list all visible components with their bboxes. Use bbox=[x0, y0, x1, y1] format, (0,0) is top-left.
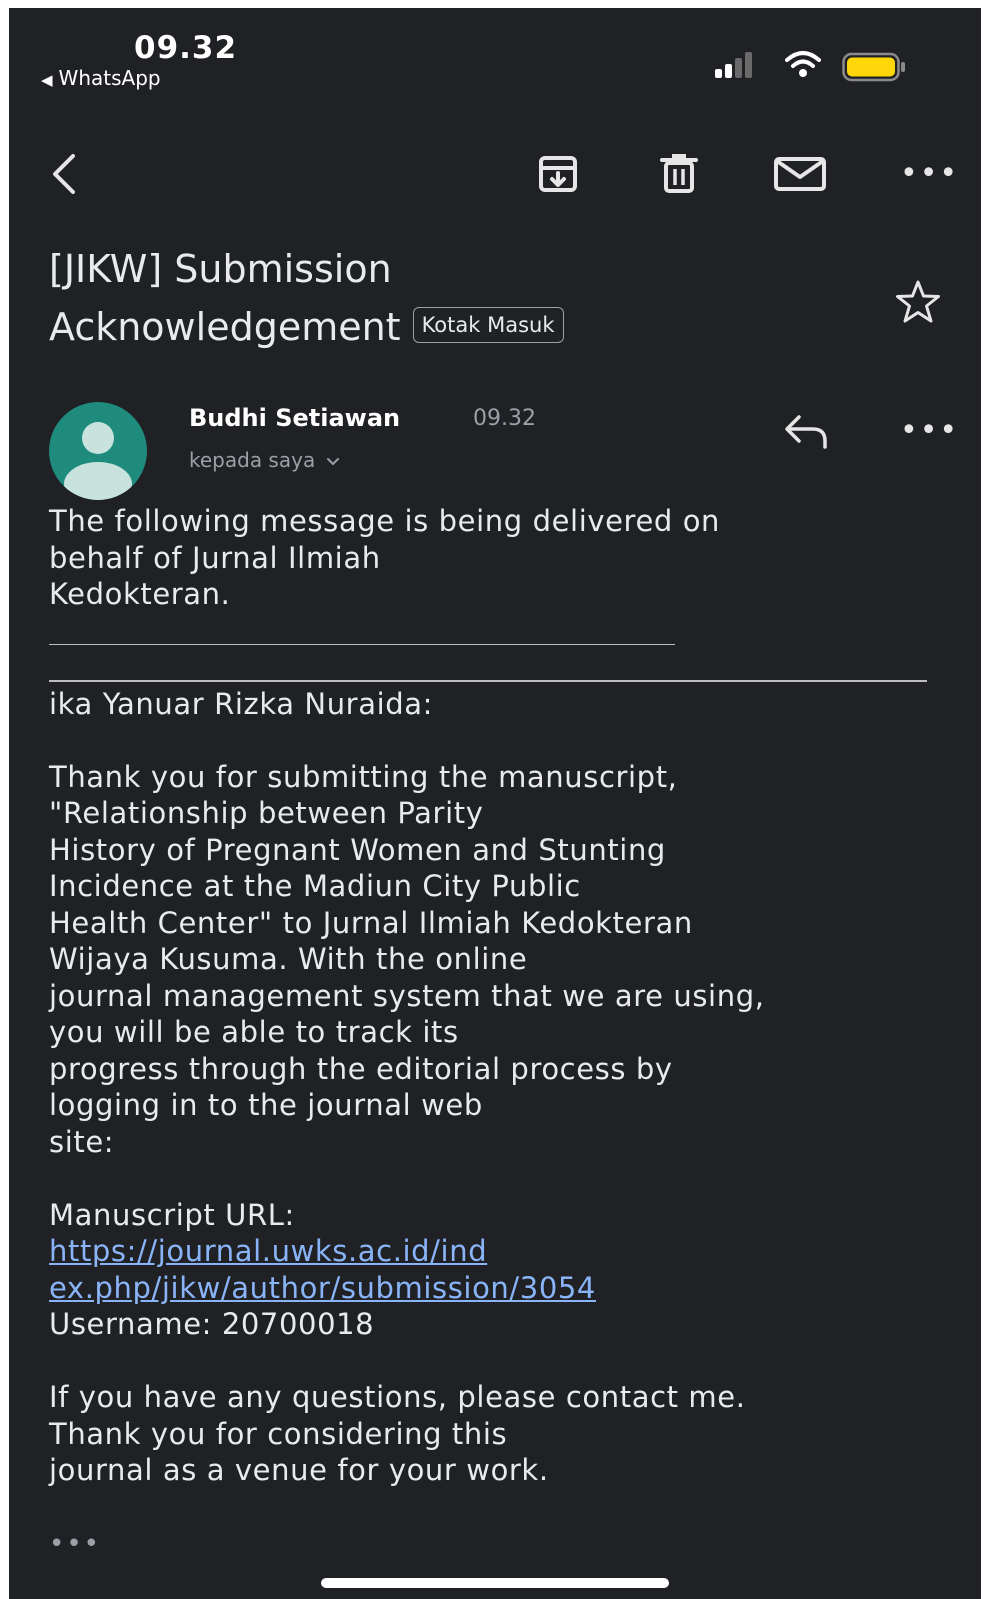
divider-rule-short bbox=[49, 613, 959, 650]
body-line: "Relationship between Parity bbox=[49, 796, 484, 830]
sender-time: 09.32 bbox=[473, 406, 536, 431]
body-line: Health Center" to Jurnal Ilmiah Kedokter… bbox=[49, 905, 693, 940]
body-line: journal as a venue for your work. bbox=[49, 1453, 549, 1487]
body-line: The following message is being delivered… bbox=[49, 504, 721, 538]
body-line: behalf of Jurnal Ilmiah bbox=[49, 540, 381, 575]
person-icon bbox=[64, 422, 132, 500]
manuscript-url-label: Manuscript URL: bbox=[49, 1197, 295, 1232]
sender-more-options-icon[interactable]: ••• bbox=[900, 416, 959, 446]
body-line: you will be able to track its bbox=[49, 1015, 459, 1049]
subject-line-2: Acknowledgement bbox=[49, 305, 401, 349]
body-line: journal management system that we are us… bbox=[49, 978, 765, 1013]
battery-icon bbox=[842, 52, 905, 82]
back-arrow-icon[interactable] bbox=[45, 148, 85, 200]
more-options-icon[interactable]: ••• bbox=[900, 159, 959, 189]
body-line: Wijaya Kusuma. With the online bbox=[49, 942, 528, 976]
status-time: 09.32 bbox=[134, 30, 238, 66]
body-line: site: bbox=[49, 1124, 115, 1159]
body-line: logging in to the journal web bbox=[49, 1088, 483, 1122]
home-indicator[interactable] bbox=[321, 1578, 669, 1588]
recipient-toggle[interactable]: kepada saya bbox=[189, 448, 340, 472]
mail-icon[interactable] bbox=[771, 148, 829, 198]
body-line: Incidence at the Madiun City Public bbox=[49, 869, 581, 903]
chevron-down-icon bbox=[326, 457, 339, 465]
trash-icon[interactable] bbox=[654, 148, 704, 198]
back-to-app-link[interactable]: ◀ WhatsApp bbox=[41, 66, 161, 90]
manuscript-link-part-2[interactable]: ex.php/jikw/author/submission/3054 bbox=[49, 1271, 596, 1305]
username-line: Username: 20700018 bbox=[49, 1307, 375, 1341]
reply-icon[interactable] bbox=[781, 411, 831, 451]
sender-name[interactable]: Budhi Setiawan bbox=[189, 404, 400, 432]
star-icon[interactable] bbox=[893, 278, 943, 326]
email-subject: [JIKW] Submission Acknowledgement Kotak M… bbox=[49, 240, 869, 356]
recipient-label: kepada saya bbox=[189, 448, 316, 472]
back-triangle-icon: ◀ bbox=[41, 71, 53, 89]
back-app-label: WhatsApp bbox=[58, 66, 161, 90]
body-line: History of Pregnant Women and Stunting bbox=[49, 832, 666, 867]
body-line: Thank you for considering this bbox=[49, 1416, 508, 1451]
message-body: The following message is being delivered… bbox=[49, 503, 959, 1489]
phone-screen: 09.32 ◀ WhatsApp ••• [JIKW] Submission A… bbox=[9, 8, 981, 1599]
body-line: Kedokteran. bbox=[49, 577, 231, 611]
divider-rule-long bbox=[49, 649, 959, 686]
signal-icon bbox=[715, 52, 755, 78]
body-line: If you have any questions, please contac… bbox=[49, 1380, 746, 1414]
wifi-icon bbox=[785, 51, 821, 77]
archive-icon[interactable] bbox=[533, 148, 583, 198]
subject-line-1: [JIKW] Submission bbox=[49, 247, 392, 291]
body-line: Thank you for submitting the manuscript, bbox=[49, 759, 678, 794]
avatar[interactable] bbox=[49, 402, 147, 500]
manuscript-link-part-1[interactable]: https://journal.uwks.ac.id/ind bbox=[49, 1234, 487, 1268]
inbox-label-badge[interactable]: Kotak Masuk bbox=[412, 306, 564, 343]
body-line: progress through the editorial process b… bbox=[49, 1051, 673, 1086]
show-trimmed-content-button[interactable]: ••• bbox=[49, 1529, 101, 1559]
greeting-line: ika Yanuar Rizka Nuraida: bbox=[49, 686, 433, 721]
